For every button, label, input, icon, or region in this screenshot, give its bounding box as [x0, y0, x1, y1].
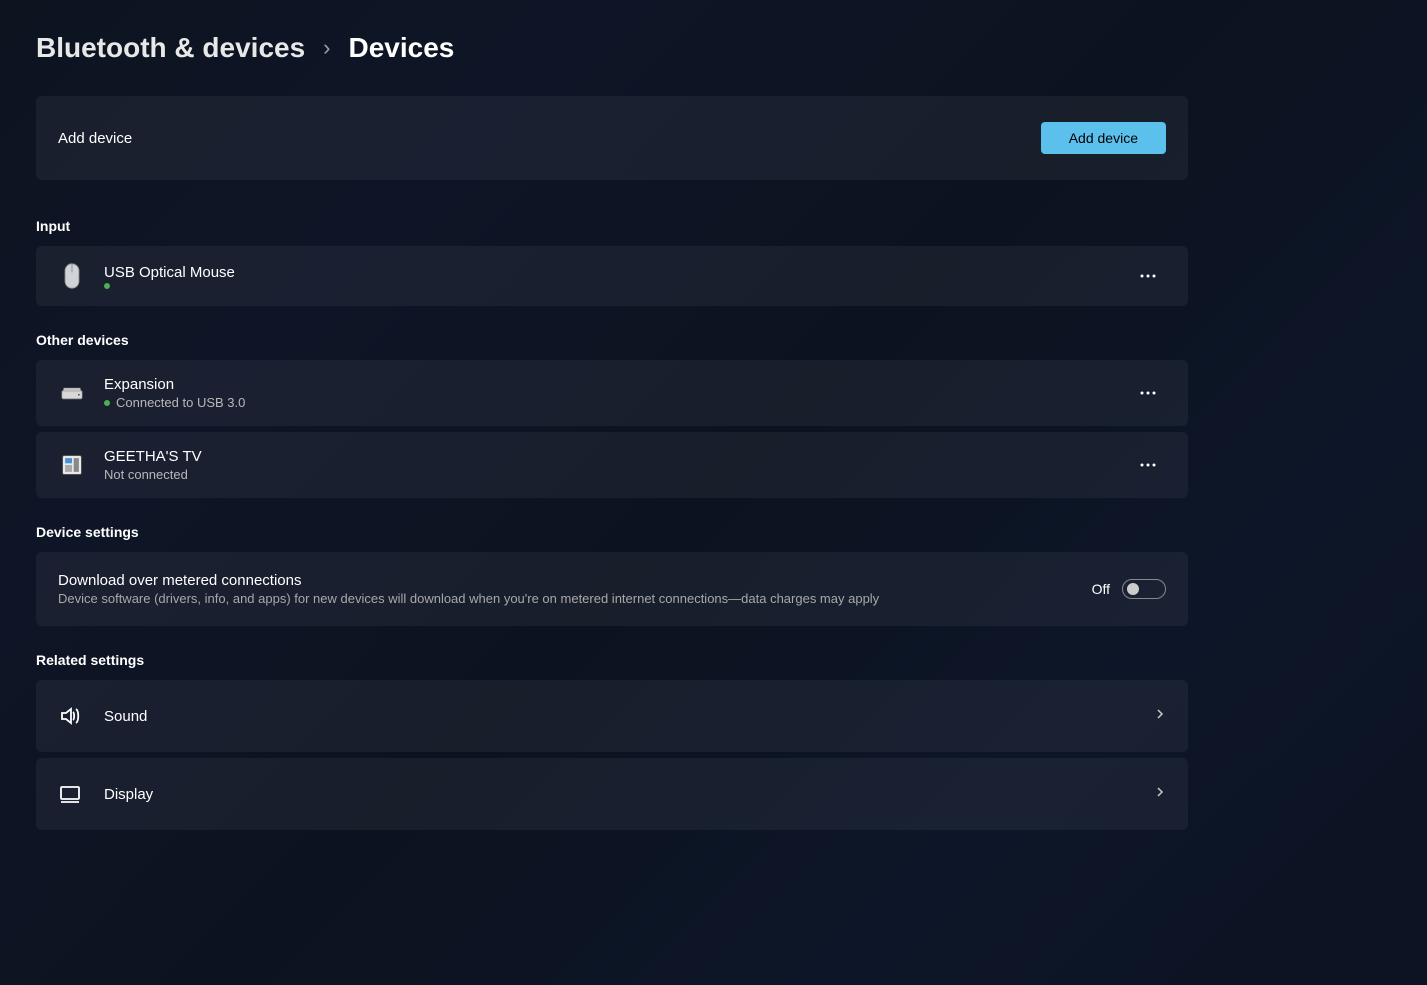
status-dot-icon [104, 400, 110, 406]
setting-description: Device software (drivers, info, and apps… [58, 591, 1074, 606]
mouse-icon [58, 262, 86, 290]
chevron-right-icon [1154, 785, 1166, 803]
section-title-other: Other devices [36, 332, 1188, 348]
related-display[interactable]: Display [36, 758, 1188, 830]
device-info: Expansion Connected to USB 3.0 [104, 376, 1112, 410]
breadcrumb: Bluetooth & devices › Devices [36, 32, 1188, 64]
related-label: Display [104, 786, 1132, 803]
device-name: USB Optical Mouse [104, 264, 1112, 281]
section-title-device-settings: Device settings [36, 524, 1188, 540]
related-sound[interactable]: Sound [36, 680, 1188, 752]
breadcrumb-parent[interactable]: Bluetooth & devices [36, 32, 305, 64]
more-options-button[interactable] [1130, 457, 1166, 473]
chevron-right-icon [1154, 707, 1166, 725]
sound-icon [58, 704, 82, 728]
device-info: USB Optical Mouse [104, 264, 1112, 289]
device-info: GEETHA'S TV Not connected [104, 448, 1112, 482]
device-status: Connected to USB 3.0 [116, 395, 245, 410]
more-options-button[interactable] [1130, 385, 1166, 401]
toggle-wrap: Off [1092, 579, 1166, 599]
related-label: Sound [104, 708, 1132, 725]
chevron-right-icon: › [323, 35, 330, 61]
device-status: Not connected [104, 467, 188, 482]
device-row-mouse[interactable]: USB Optical Mouse [36, 246, 1188, 306]
metered-toggle[interactable] [1122, 579, 1166, 599]
toggle-knob [1127, 583, 1139, 595]
setting-text: Download over metered connections Device… [58, 572, 1074, 606]
more-options-button[interactable] [1130, 268, 1166, 284]
tv-icon [58, 451, 86, 479]
add-device-label: Add device [58, 130, 132, 147]
drive-icon [58, 379, 86, 407]
device-row-expansion[interactable]: Expansion Connected to USB 3.0 [36, 360, 1188, 426]
add-device-panel: Add device Add device [36, 96, 1188, 180]
toggle-state-label: Off [1092, 581, 1110, 597]
setting-metered-connections: Download over metered connections Device… [36, 552, 1188, 626]
display-icon [58, 782, 82, 806]
status-dot-icon [104, 283, 110, 289]
device-row-tv[interactable]: GEETHA'S TV Not connected [36, 432, 1188, 498]
device-name: GEETHA'S TV [104, 448, 1112, 465]
device-name: Expansion [104, 376, 1112, 393]
section-title-input: Input [36, 218, 1188, 234]
breadcrumb-current: Devices [349, 32, 455, 64]
setting-title: Download over metered connections [58, 572, 1074, 589]
section-title-related: Related settings [36, 652, 1188, 668]
add-device-button[interactable]: Add device [1041, 122, 1166, 154]
